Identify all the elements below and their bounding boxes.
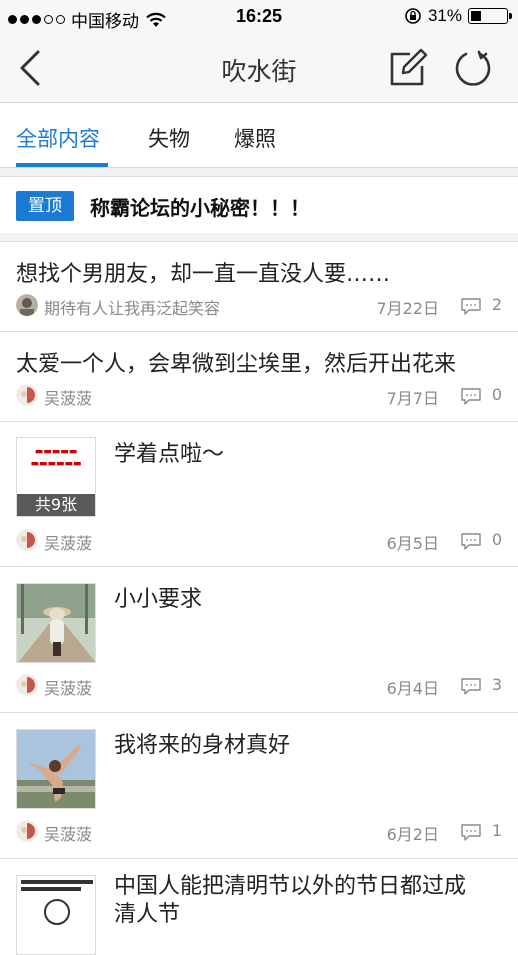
comment-icon bbox=[461, 678, 481, 695]
image-count-badge: 共9张 bbox=[17, 494, 95, 516]
comment-count: 0 bbox=[491, 530, 502, 549]
post-meta: 吴菠菠 6月4日 3 bbox=[16, 674, 502, 698]
post-meta: 吴菠菠 6月2日 1 bbox=[16, 820, 502, 844]
avatar bbox=[16, 529, 38, 551]
battery-icon bbox=[468, 8, 512, 24]
list-item[interactable]: 想找个男朋友，却一直一直没人要…… 期待有人让我再泛起笑容 7月22日 2 bbox=[0, 242, 518, 332]
battery-fill bbox=[471, 11, 481, 21]
post-author[interactable]: 吴菠菠 bbox=[44, 675, 92, 699]
tab-bar: 全部内容 失物 爆照 bbox=[0, 103, 518, 168]
comment-icon bbox=[461, 533, 481, 550]
status-bar: 中国移动 16:25 31% bbox=[0, 0, 518, 34]
post-thumbnail[interactable] bbox=[16, 729, 96, 809]
post-thumbnail[interactable]: ▬▬▬▬▬ ▬▬▬▬▬▬ 共9张 bbox=[16, 437, 96, 517]
list-item[interactable]: 小小要求 吴菠菠 6月4日 3 bbox=[0, 567, 518, 713]
avatar bbox=[16, 674, 38, 696]
status-right: 31% bbox=[404, 6, 512, 26]
post-title: 太爱一个人，会卑微到尘埃里，然后开出花来 bbox=[16, 352, 457, 377]
compose-icon[interactable] bbox=[388, 48, 428, 88]
post-meta: 期待有人让我再泛起笑容 7月22日 2 bbox=[16, 294, 502, 318]
list-item[interactable]: 中国人能把清明节以外的节日都过成 清人节 bbox=[0, 859, 518, 955]
comment-count: 0 bbox=[491, 385, 502, 404]
comment-count: 3 bbox=[491, 675, 502, 694]
post-date: 6月2日 bbox=[386, 825, 439, 844]
post-thumbnail[interactable] bbox=[16, 583, 96, 663]
tab-lost-items[interactable]: 失物 bbox=[148, 123, 190, 153]
pinned-post-title: 称霸论坛的小秘密！！！ bbox=[90, 196, 310, 220]
avatar bbox=[16, 294, 38, 316]
comment-icon bbox=[461, 824, 481, 841]
pinned-badge: 置顶 bbox=[16, 191, 74, 221]
post-date: 6月4日 bbox=[386, 679, 439, 698]
active-tab-indicator bbox=[16, 163, 108, 167]
comment-count: 2 bbox=[491, 295, 502, 314]
refresh-icon[interactable] bbox=[452, 48, 494, 90]
section-divider bbox=[0, 233, 518, 242]
post-author[interactable]: 吴菠菠 bbox=[44, 821, 92, 845]
list-item[interactable]: ▬▬▬▬▬ ▬▬▬▬▬▬ 共9张 学着点啦～ 吴菠菠 6月5日 0 bbox=[0, 422, 518, 567]
post-meta: 吴菠菠 7月7日 0 bbox=[16, 384, 502, 408]
post-author[interactable]: 吴菠菠 bbox=[44, 385, 92, 409]
tab-photos[interactable]: 爆照 bbox=[234, 123, 276, 153]
post-title-line: 中国人能把清明节以外的节日都过成 bbox=[114, 874, 467, 899]
post-author[interactable]: 吴菠菠 bbox=[44, 530, 92, 554]
post-author[interactable]: 期待有人让我再泛起笑容 bbox=[44, 295, 220, 319]
avatar bbox=[16, 820, 38, 842]
avatar bbox=[16, 384, 38, 406]
post-date: 7月22日 bbox=[376, 299, 439, 318]
post-title: 中国人能把清明节以外的节日都过成 清人节 bbox=[114, 873, 466, 929]
post-title: 小小要求 bbox=[114, 587, 203, 612]
battery-percent: 31% bbox=[427, 6, 462, 25]
post-meta: 吴菠菠 6月5日 0 bbox=[16, 529, 502, 553]
post-title: 学着点啦～ bbox=[114, 442, 225, 467]
list-item[interactable]: 我将来的身材真好 吴菠菠 6月2日 1 bbox=[0, 713, 518, 859]
post-title-line: 清人节 bbox=[114, 902, 181, 927]
orientation-lock-icon bbox=[405, 8, 421, 24]
nav-bar: 吹水街 bbox=[0, 34, 518, 103]
post-date: 6月5日 bbox=[386, 534, 439, 553]
comment-count: 1 bbox=[491, 821, 502, 840]
section-divider bbox=[0, 168, 518, 176]
post-title: 我将来的身材真好 bbox=[114, 733, 291, 758]
pinned-post[interactable]: 置顶 称霸论坛的小秘密！！！ bbox=[0, 176, 518, 234]
post-thumbnail[interactable] bbox=[16, 875, 96, 955]
thumbnail-text: ▬▬▬▬▬ ▬▬▬▬▬▬ bbox=[30, 447, 82, 469]
page-title: 吹水街 bbox=[221, 57, 297, 86]
post-title: 想找个男朋友，却一直一直没人要…… bbox=[16, 262, 391, 287]
tab-all-content[interactable]: 全部内容 bbox=[16, 123, 100, 153]
comment-icon bbox=[461, 298, 481, 315]
list-item[interactable]: 太爱一个人，会卑微到尘埃里，然后开出花来 吴菠菠 7月7日 0 bbox=[0, 332, 518, 422]
post-date: 7月7日 bbox=[386, 389, 439, 408]
comment-icon bbox=[461, 388, 481, 405]
